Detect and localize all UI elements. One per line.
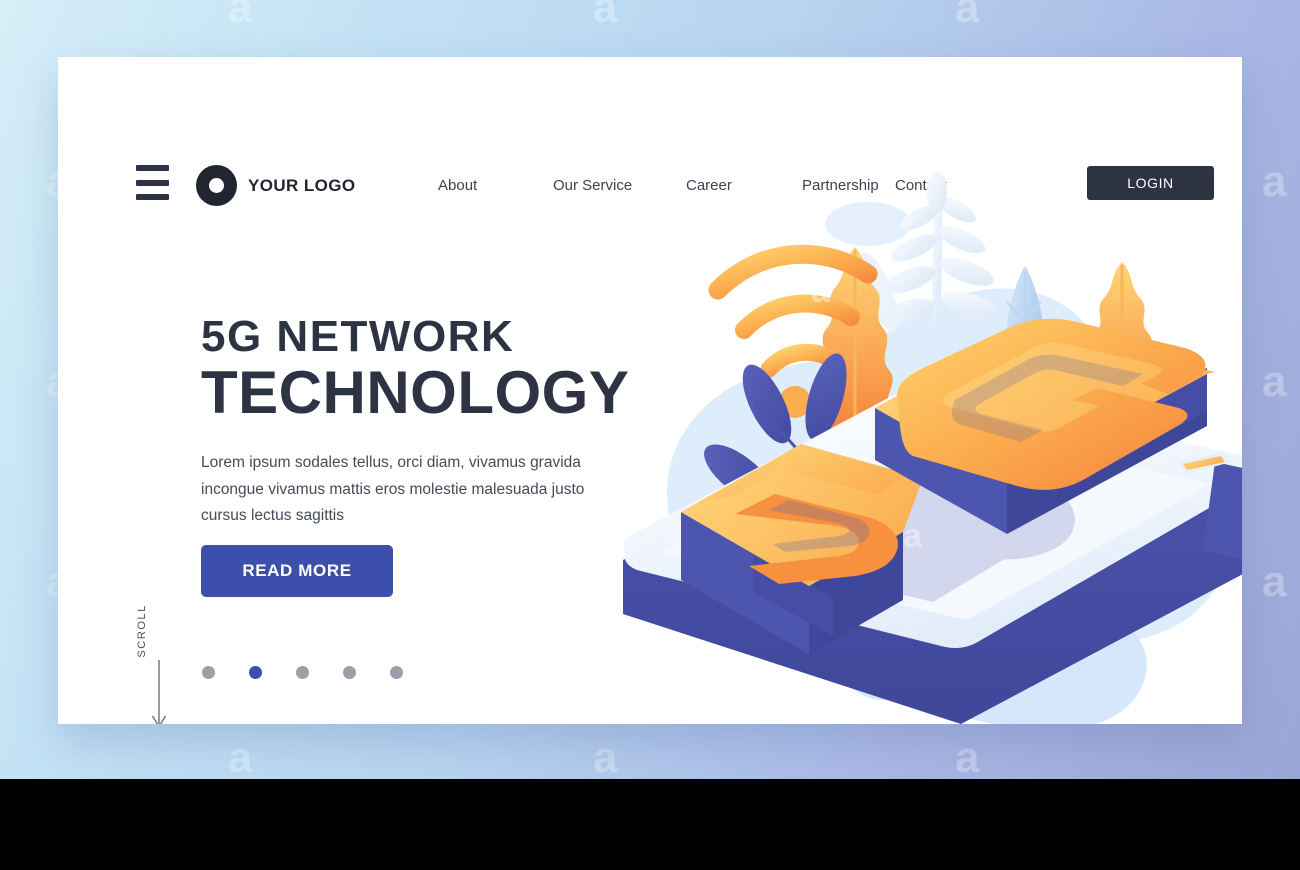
hero-paragraph: Lorem ipsum sodales tellus, orci diam, v… xyxy=(201,454,585,525)
hamburger-menu-icon[interactable] xyxy=(136,165,169,200)
hamburger-bar xyxy=(136,194,169,200)
carousel-dot-1[interactable] xyxy=(202,666,215,679)
page-title-line-1: 5G NETWORK xyxy=(201,312,515,361)
watermark-text: a xyxy=(955,733,980,780)
site-logo[interactable]: YOUR LOGO xyxy=(196,165,356,206)
hero-text-block: 5G NETWORK TECHNOLOGY Lorem ipsum sodale… xyxy=(201,312,630,530)
page-title-line-2: TECHNOLOGY xyxy=(201,359,630,426)
scroll-indicator: SCROLL xyxy=(136,602,174,724)
carousel-dot-5[interactable] xyxy=(390,666,403,679)
logo-text: YOUR LOGO xyxy=(248,175,356,195)
watermark-text: a xyxy=(228,0,253,32)
watermark-text: a xyxy=(1262,557,1287,606)
svg-text:a: a xyxy=(1163,652,1186,696)
watermark-text: a xyxy=(228,733,253,780)
carousel-dot-2[interactable] xyxy=(249,666,262,679)
scroll-label: SCROLL xyxy=(136,604,148,658)
hero-card: YOUR LOGO About Our Service Career Partn… xyxy=(58,57,1242,724)
watermark-text: a xyxy=(1262,357,1287,406)
alamy-footer-bar: alamy Image ID: 2D6N297 www.alamy.com xyxy=(0,779,1300,870)
carousel-dot-3[interactable] xyxy=(296,666,309,679)
svg-text:a: a xyxy=(811,272,831,310)
carousel-dots xyxy=(202,666,403,679)
carousel-dot-4[interactable] xyxy=(343,666,356,679)
hamburger-bar xyxy=(136,165,169,171)
svg-text:a: a xyxy=(903,517,923,555)
watermark-text: a xyxy=(593,0,618,32)
ring-logo-icon xyxy=(196,165,237,206)
watermark-text: a xyxy=(593,733,618,780)
svg-text:a: a xyxy=(773,657,796,701)
isometric-5g-smartphone-illustration: a a a a xyxy=(603,162,1242,724)
watermark-text: a xyxy=(955,0,980,32)
read-more-button[interactable]: READ MORE xyxy=(201,545,393,597)
hamburger-bar xyxy=(136,179,169,186)
nav-item-about[interactable]: About xyxy=(438,177,553,194)
arrow-down-icon xyxy=(150,660,168,724)
watermark-text: a xyxy=(1262,157,1287,206)
